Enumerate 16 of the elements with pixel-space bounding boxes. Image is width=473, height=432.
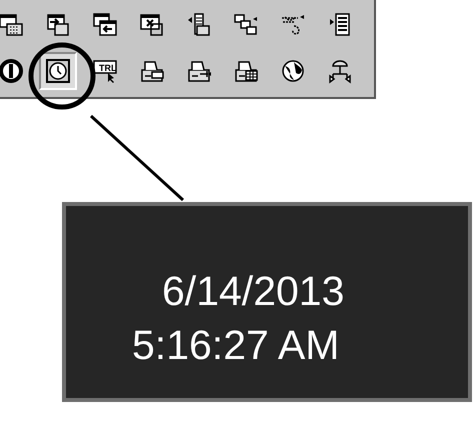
cascade-windows-icon <box>233 12 259 38</box>
window-arrow-icon <box>45 12 71 38</box>
date-text: 6/14/2013 <box>162 267 344 316</box>
window-close-icon <box>139 12 165 38</box>
window-icon <box>0 12 24 38</box>
list-icon <box>186 12 212 38</box>
highlight-circle <box>28 42 96 110</box>
ring-icon <box>0 58 24 84</box>
time-text: 5:16:27 AM <box>132 321 340 370</box>
list-icon <box>327 12 353 38</box>
tree-icon <box>327 58 353 84</box>
globe-icon <box>280 58 306 84</box>
window-arrow-icon <box>92 12 118 38</box>
toolbar-button[interactable]: TRL <box>86 52 124 90</box>
clock-icon <box>45 58 71 84</box>
toolbar-button[interactable] <box>39 52 77 90</box>
